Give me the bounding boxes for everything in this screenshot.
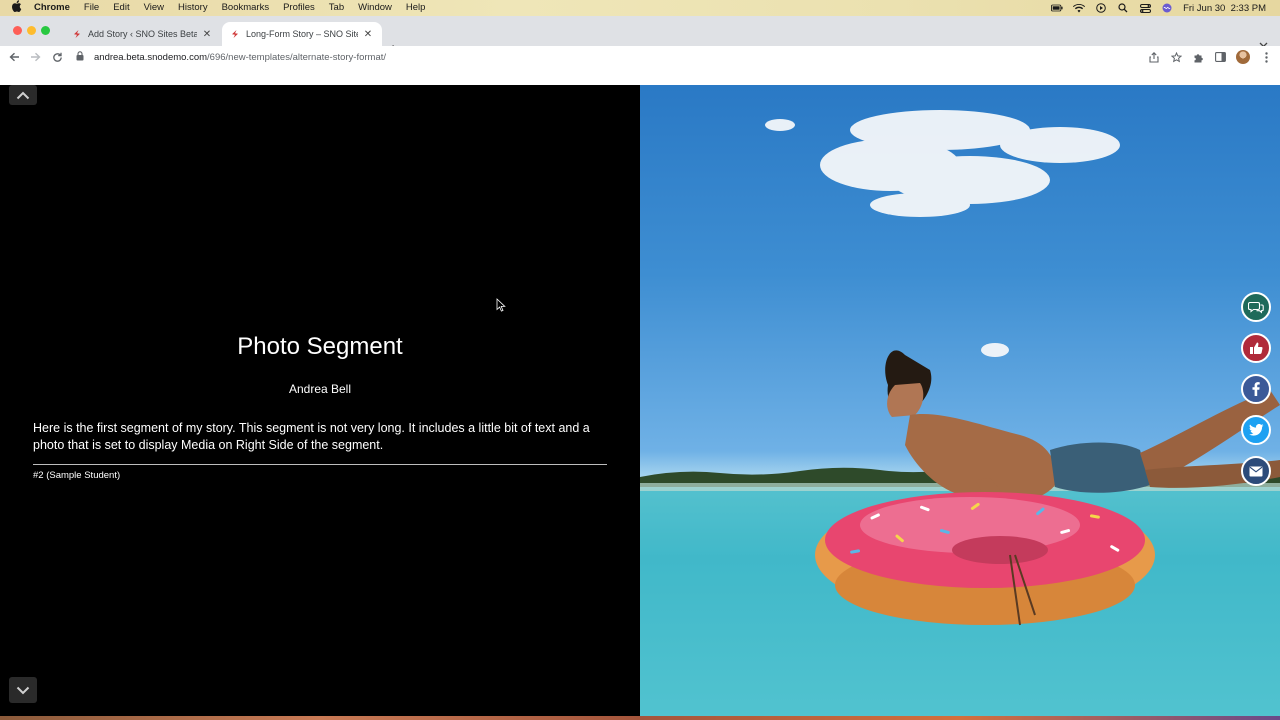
comment-button[interactable]: [1241, 292, 1271, 322]
sno-favicon-icon: [72, 29, 82, 39]
profile-avatar[interactable]: [1236, 50, 1250, 64]
side-panel-icon[interactable]: [1214, 51, 1226, 63]
facebook-share-button[interactable]: [1241, 374, 1271, 404]
macos-menu-bar: Chrome File Edit View History Bookmarks …: [0, 0, 1280, 16]
menu-bookmarks[interactable]: Bookmarks: [222, 0, 270, 16]
toolbar-actions: [1148, 49, 1272, 65]
address-bar[interactable]: andrea.beta.snodemo.com/696/new-template…: [76, 48, 1136, 66]
close-tab-icon[interactable]: ✕: [362, 29, 374, 40]
forward-arrow-icon[interactable]: [27, 49, 43, 65]
more-menu-icon[interactable]: [1260, 51, 1272, 63]
menu-window[interactable]: Window: [358, 0, 392, 16]
close-window-button[interactable]: [13, 26, 22, 35]
control-center-icon[interactable]: [1139, 3, 1151, 13]
twitter-icon: [1248, 424, 1263, 436]
story-segment-text-panel: Photo Segment Andrea Bell Here is the fi…: [0, 85, 640, 720]
segment-title: Photo Segment: [237, 333, 403, 360]
segment-author[interactable]: Andrea Bell: [0, 382, 640, 396]
extensions-puzzle-icon[interactable]: [1192, 51, 1204, 63]
minimize-window-button[interactable]: [27, 26, 36, 35]
siri-icon[interactable]: [1161, 3, 1173, 13]
email-share-button[interactable]: [1241, 456, 1271, 486]
spotlight-search-icon[interactable]: [1117, 3, 1129, 13]
caption-divider: [33, 464, 607, 465]
sno-favicon-icon: [230, 29, 240, 39]
next-segment-button[interactable]: [9, 677, 37, 703]
lock-icon[interactable]: [76, 51, 86, 63]
tab-strip: Add Story ‹ SNO Sites Beta Te ✕ Long-For…: [0, 16, 1280, 56]
battery-icon[interactable]: [1051, 3, 1063, 13]
chevron-up-icon: [16, 91, 30, 99]
wifi-icon[interactable]: [1073, 3, 1086, 13]
thumbs-up-icon: [1250, 342, 1263, 355]
previous-segment-button[interactable]: [9, 85, 37, 105]
bookmark-star-icon[interactable]: [1170, 51, 1182, 63]
mouse-cursor-icon: [496, 298, 506, 312]
back-arrow-icon[interactable]: [6, 49, 22, 65]
menu-extras: Fri Jun 30 2:33 PM: [1051, 0, 1266, 16]
menu-app-name[interactable]: Chrome: [34, 0, 70, 16]
email-icon: [1249, 466, 1263, 476]
tab-add-story[interactable]: Add Story ‹ SNO Sites Beta Te ✕: [64, 22, 221, 46]
segment-photo: [640, 85, 1280, 716]
comment-icon: [1248, 301, 1264, 314]
tab-long-form-story[interactable]: Long-Form Story – SNO Sites B ✕: [222, 22, 382, 46]
tab-title: Add Story ‹ SNO Sites Beta Te: [88, 29, 197, 39]
tab-title: Long-Form Story – SNO Sites B: [246, 29, 358, 39]
share-icon[interactable]: [1148, 51, 1160, 63]
menu-help[interactable]: Help: [406, 0, 426, 16]
site-header-strip: [0, 68, 1280, 85]
menu-tab[interactable]: Tab: [329, 0, 344, 16]
apple-icon[interactable]: [12, 0, 24, 17]
play-circle-icon[interactable]: [1095, 3, 1107, 13]
facebook-icon: [1252, 382, 1260, 396]
close-tab-icon[interactable]: ✕: [201, 29, 213, 40]
photo-caption: #2 (Sample Student): [33, 470, 121, 481]
menu-profiles[interactable]: Profiles: [283, 0, 315, 16]
url-host: andrea.beta.snodemo.com: [94, 51, 208, 63]
like-button[interactable]: [1241, 333, 1271, 363]
url-path: /696/new-templates/alternate-story-forma…: [207, 51, 387, 63]
segment-body-text: Here is the first segment of my story. T…: [33, 421, 590, 452]
chevron-down-icon: [16, 686, 30, 694]
menu-file[interactable]: File: [84, 0, 99, 16]
menu-view[interactable]: View: [144, 0, 164, 16]
twitter-share-button[interactable]: [1241, 415, 1271, 445]
photo-illustration: [640, 110, 1280, 716]
menu-clock[interactable]: Fri Jun 30 2:33 PM: [1183, 3, 1266, 14]
dock-edge: [0, 716, 1280, 720]
reload-icon[interactable]: [49, 49, 65, 65]
menu-history[interactable]: History: [178, 0, 208, 16]
zoom-window-button[interactable]: [41, 26, 50, 35]
menu-edit[interactable]: Edit: [113, 0, 129, 16]
browser-toolbar: andrea.beta.snodemo.com/696/new-template…: [0, 46, 1280, 68]
